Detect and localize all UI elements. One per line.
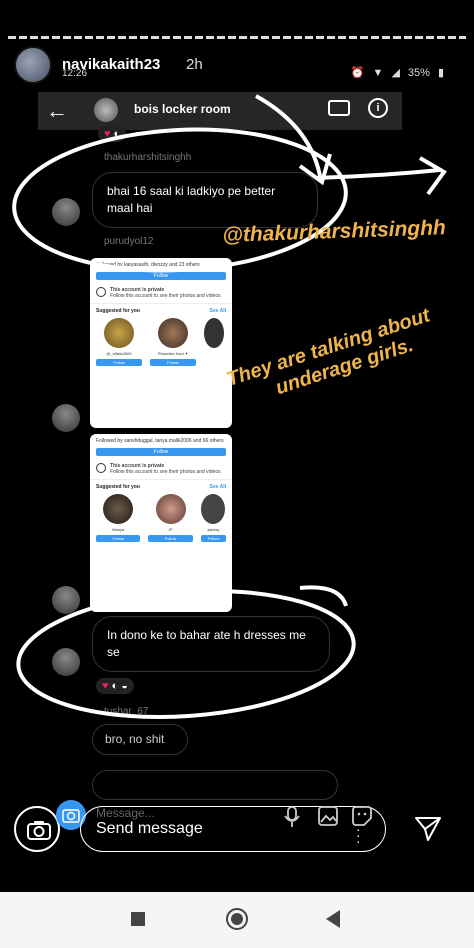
signal-icon: ◢ bbox=[391, 67, 400, 79]
battery-percent: 35% bbox=[407, 66, 430, 79]
sticker-icon[interactable] bbox=[352, 806, 372, 826]
camera-button[interactable] bbox=[14, 806, 60, 852]
story-progress-bar bbox=[8, 36, 466, 39]
story-avatar[interactable] bbox=[14, 46, 52, 84]
story-header: navikakaith23 2h 12:26 ⏰ ▼ ◢ 35% ▮ bbox=[14, 46, 454, 86]
alarm-icon: ⏰ bbox=[350, 67, 365, 79]
annotation-drawing bbox=[12, 94, 447, 719]
home-icon[interactable] bbox=[226, 908, 248, 930]
wifi-icon: ▼ bbox=[372, 66, 384, 79]
send-icon[interactable] bbox=[414, 816, 442, 842]
ghost-message-placeholder: Message... bbox=[96, 806, 155, 820]
status-icons: ⏰ ▼ ◢ 35% ▮ bbox=[350, 66, 444, 80]
camera-icon bbox=[27, 821, 51, 840]
microphone-icon[interactable] bbox=[284, 806, 300, 828]
status-clock: 12:26 bbox=[62, 68, 88, 79]
send-message-label: Send message bbox=[96, 820, 203, 837]
android-nav-bar bbox=[0, 892, 474, 948]
more-options-icon[interactable]: · · · bbox=[356, 822, 361, 848]
story-time: 2h bbox=[186, 56, 203, 73]
dm-screenshot: ← bois locker room i ♥ ◐ thakurharshitsi… bbox=[0, 86, 474, 806]
battery-icon: ▮ bbox=[437, 67, 444, 79]
gallery-icon[interactable] bbox=[318, 806, 338, 826]
story-reply-bar: Message... Send message · · · bbox=[0, 792, 474, 882]
back-icon[interactable] bbox=[326, 910, 340, 928]
recent-apps-icon[interactable] bbox=[131, 912, 145, 926]
